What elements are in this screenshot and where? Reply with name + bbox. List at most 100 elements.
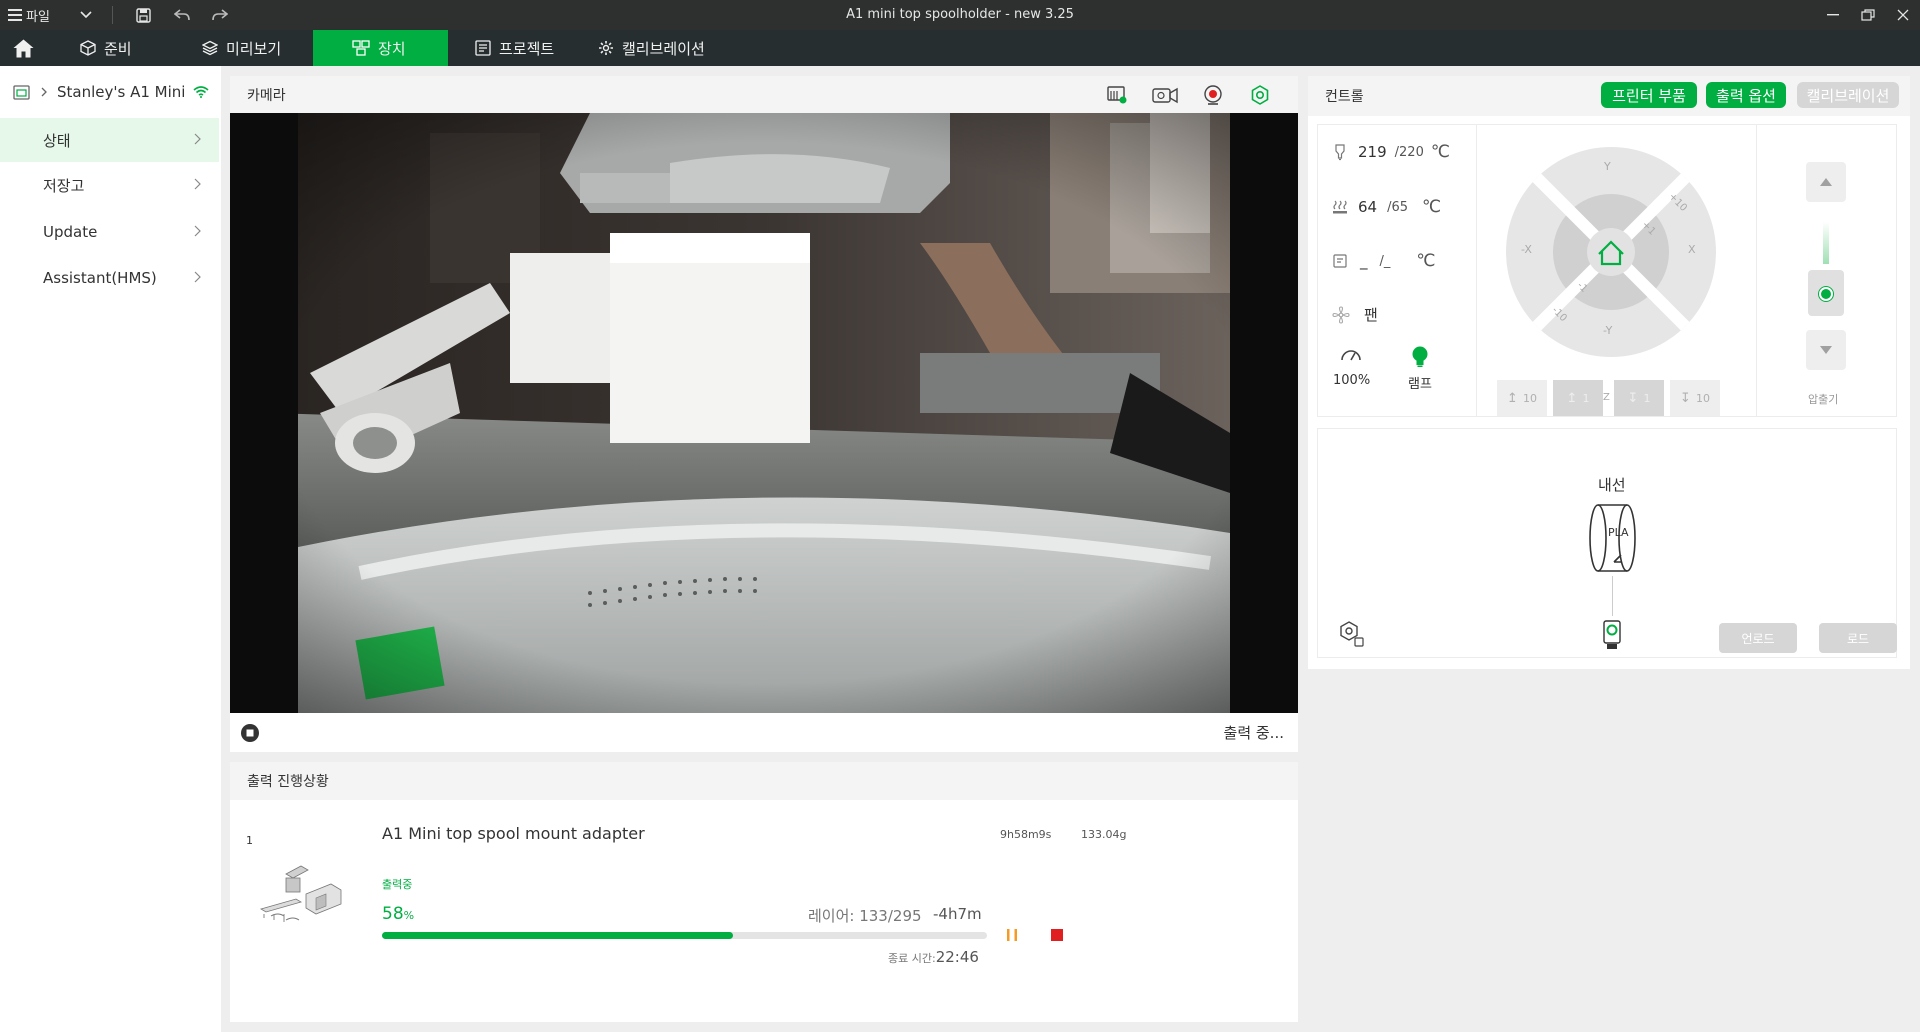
tab-label: 장치 bbox=[378, 39, 406, 58]
save-button[interactable] bbox=[133, 0, 153, 30]
camera-settings-button[interactable] bbox=[1249, 84, 1271, 106]
external-spool[interactable] bbox=[1587, 502, 1637, 576]
tab-project[interactable]: 프로젝트 bbox=[475, 30, 585, 66]
extrude-up-button[interactable] bbox=[1806, 162, 1846, 202]
minimize-button[interactable] bbox=[1820, 0, 1846, 30]
bed-temp[interactable]: 64 /65 ℃ bbox=[1332, 197, 1441, 217]
end-time-label: 종료 시간: bbox=[888, 952, 936, 965]
extruder-head bbox=[1808, 270, 1844, 316]
device-name: Stanley's A1 Mini bbox=[57, 83, 186, 101]
restore-button[interactable] bbox=[1855, 0, 1881, 30]
load-button[interactable]: 로드 bbox=[1819, 623, 1897, 653]
lamp-label: 램프 bbox=[1408, 377, 1432, 392]
lamp-toggle[interactable] bbox=[1410, 346, 1430, 368]
cube-icon bbox=[80, 40, 96, 56]
z-down-1-button[interactable]: ↧ 1 bbox=[1614, 380, 1664, 416]
z-button-label: 1 bbox=[1643, 391, 1651, 405]
redo-icon bbox=[212, 9, 228, 21]
external-spool-label: 내선 bbox=[1598, 476, 1626, 494]
timelapse-button[interactable] bbox=[1202, 84, 1224, 106]
tab-prepare[interactable]: 준비 bbox=[80, 30, 150, 66]
printer-parts-button[interactable]: 프린터 부품 bbox=[1601, 82, 1697, 108]
sidebar-item-assistant[interactable]: Assistant(HMS) bbox=[0, 256, 219, 300]
document-icon bbox=[475, 40, 491, 56]
extruder-label: 압출기 bbox=[1808, 393, 1839, 406]
tab-label: 준비 bbox=[104, 39, 132, 58]
jog-y-neg: -Y bbox=[1603, 324, 1613, 337]
end-time: 종료 시간:22:46 bbox=[888, 948, 979, 966]
ams-settings-button[interactable] bbox=[1337, 620, 1365, 648]
sidebar-item-label: 저장고 bbox=[43, 176, 85, 195]
model-thumbnail-image bbox=[260, 865, 342, 922]
arrow-down-icon: ↧ bbox=[1680, 390, 1691, 406]
sidebar-item-label: Update bbox=[43, 223, 98, 241]
extrude-down-button[interactable] bbox=[1806, 330, 1846, 370]
pause-icon bbox=[1007, 929, 1017, 941]
camera-header: 카메라 bbox=[230, 76, 1298, 113]
calibration-button[interactable]: 캘리브레이션 bbox=[1797, 82, 1899, 108]
stop-print-button[interactable] bbox=[1048, 926, 1066, 944]
z-button-label: 1 bbox=[1582, 391, 1590, 405]
close-button[interactable] bbox=[1890, 0, 1916, 30]
unload-button[interactable]: 언로드 bbox=[1719, 623, 1797, 653]
wifi-icon bbox=[193, 86, 209, 98]
device-icon bbox=[352, 40, 370, 56]
divider bbox=[1756, 124, 1757, 417]
stop-stream-button[interactable] bbox=[240, 723, 260, 743]
window-title: A1 mini top spoolholder - new 3.25 bbox=[846, 7, 1074, 22]
nozzle-target: /220 bbox=[1394, 144, 1424, 160]
tab-label: 프로젝트 bbox=[499, 39, 555, 58]
file-menu[interactable]: 파일 bbox=[8, 0, 60, 30]
sidebar-item-update[interactable]: Update bbox=[0, 210, 219, 254]
control-title: 컨트롤 bbox=[1325, 89, 1364, 105]
print-status-text: 출력 중... bbox=[1223, 724, 1284, 742]
sd-card-button[interactable] bbox=[1106, 85, 1128, 105]
tab-device[interactable]: 장치 bbox=[313, 30, 448, 66]
sd-card-icon bbox=[1107, 86, 1127, 104]
nozzle-unit: ℃ bbox=[1430, 142, 1450, 162]
speed-control[interactable] bbox=[1340, 346, 1362, 362]
z-down-10-button[interactable]: ↧ 10 bbox=[1670, 380, 1720, 416]
tab-calibration[interactable]: 캘리브레이션 bbox=[598, 30, 728, 66]
file-dropdown-button[interactable] bbox=[76, 0, 96, 30]
fan-control[interactable]: 팬 bbox=[1332, 304, 1378, 325]
sidebar-item-label: Assistant(HMS) bbox=[43, 269, 157, 287]
pause-button[interactable] bbox=[1004, 926, 1020, 944]
extruder-indicator bbox=[1819, 287, 1833, 301]
nozzle-temp[interactable]: 219 /220 ℃ bbox=[1332, 142, 1450, 162]
filament-path bbox=[1612, 576, 1613, 616]
speed-value: 100% bbox=[1333, 373, 1371, 388]
chamber-temp: _ /_ ℃ bbox=[1332, 251, 1435, 271]
restore-icon bbox=[1861, 9, 1875, 21]
bed-current: 64 bbox=[1358, 198, 1378, 216]
jog-y-pos: Y bbox=[1604, 160, 1611, 173]
extruder-filament bbox=[1823, 222, 1829, 264]
filament-type: PLA bbox=[1608, 526, 1629, 539]
chevron-right-icon bbox=[194, 133, 201, 145]
triangle-up-icon bbox=[1820, 178, 1832, 186]
undo-button[interactable] bbox=[172, 0, 192, 30]
progress-bar bbox=[382, 932, 987, 939]
layers-icon bbox=[202, 40, 218, 56]
save-icon bbox=[135, 7, 151, 23]
tab-label: 미리보기 bbox=[226, 39, 282, 58]
heatbed-icon bbox=[1333, 200, 1347, 214]
bed-target: /65 bbox=[1387, 199, 1409, 215]
sidebar-item-storage[interactable]: 저장고 bbox=[0, 163, 219, 207]
tab-preview[interactable]: 미리보기 bbox=[202, 30, 302, 66]
filament-weight: 133.04g bbox=[1081, 828, 1127, 841]
fan-label: 팬 bbox=[1364, 306, 1378, 324]
redo-button[interactable] bbox=[210, 0, 230, 30]
sidebar-item-status[interactable]: 상태 bbox=[0, 118, 219, 162]
print-options-button[interactable]: 출력 옵션 bbox=[1706, 82, 1786, 108]
video-record-button[interactable] bbox=[1150, 85, 1180, 105]
chamber-target: /_ bbox=[1379, 253, 1391, 269]
camera-feed bbox=[230, 113, 1298, 713]
chamber-current: _ bbox=[1360, 252, 1368, 270]
device-selector[interactable]: Stanley's A1 Mini bbox=[0, 66, 221, 118]
z-button-label: 10 bbox=[1522, 391, 1537, 405]
z-up-1-button[interactable]: ↥ 1 bbox=[1553, 380, 1603, 416]
progress-header: 출력 진행상황 bbox=[230, 762, 1298, 800]
home-button[interactable] bbox=[8, 30, 38, 66]
z-up-10-button[interactable]: ↥ 10 bbox=[1497, 380, 1547, 416]
